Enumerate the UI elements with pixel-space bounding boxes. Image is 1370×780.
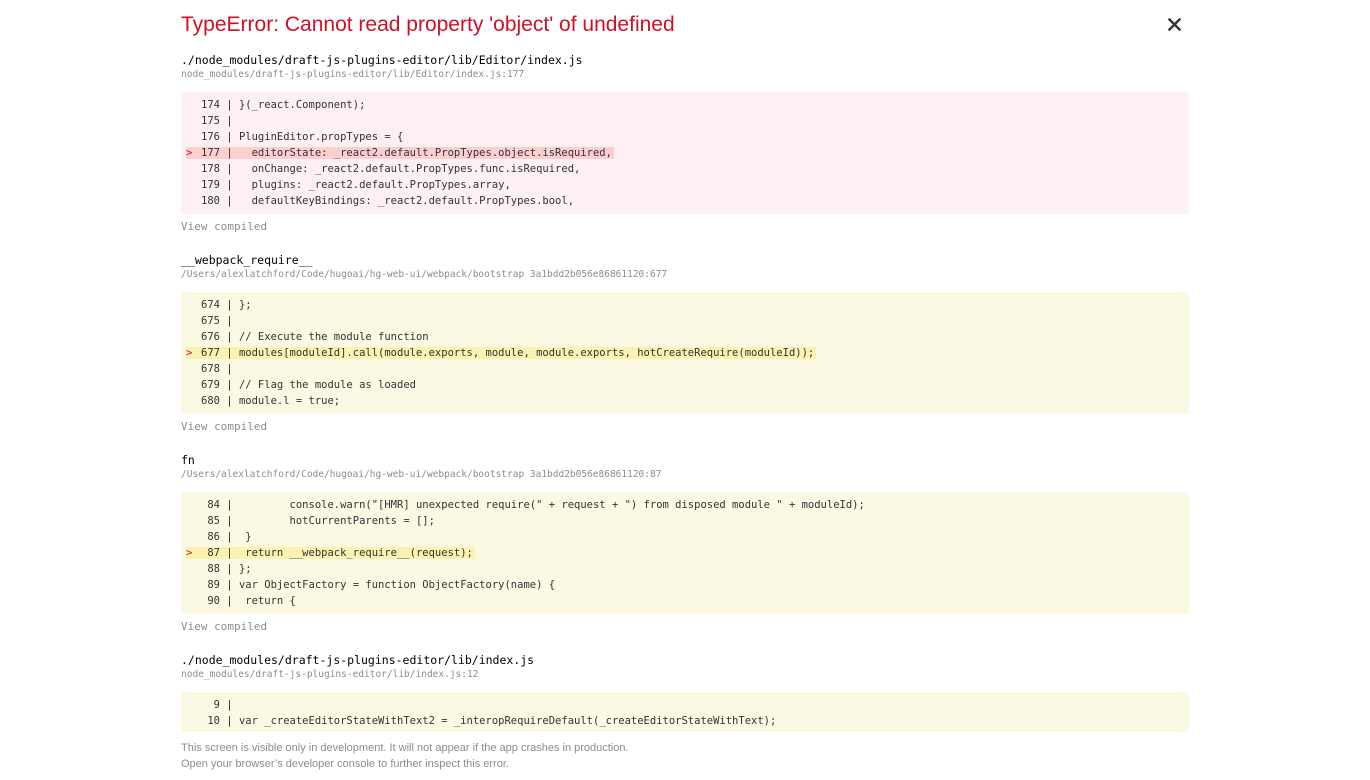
- code-line-highlighted: >87 | return __webpack_require__(request…: [186, 547, 475, 559]
- code-snippet-3: 84 | console.warn("[HMR] unexpected requ…: [181, 492, 1189, 614]
- close-x-glyph: [1167, 17, 1181, 31]
- code-line: 676 | // Execute the module function: [201, 331, 429, 343]
- code-line: 674 | };: [201, 299, 252, 311]
- error-title: TypeError: Cannot read property 'object'…: [181, 13, 675, 36]
- code-line: 176 | PluginEditor.propTypes = {: [201, 131, 404, 143]
- code-line: 10 | var _createEditorStateWithText2 = _…: [207, 715, 777, 727]
- frame-location[interactable]: node_modules/draft-js-plugins-editor/lib…: [181, 68, 1189, 82]
- frame-function-name: ./node_modules/draft-js-plugins-editor/l…: [181, 53, 583, 67]
- code-line-highlighted: >177 | editorState: _react2.default.Prop…: [186, 147, 614, 159]
- view-compiled-link[interactable]: View compiled: [181, 220, 267, 234]
- code-line: 88 | };: [207, 563, 252, 575]
- stack-frame-3: fn /Users/alexlatchford/Code/hugoai/hg-w…: [181, 453, 1189, 482]
- code-line: 89 | var ObjectFactory = function Object…: [207, 579, 556, 591]
- frame-function-name: ./node_modules/draft-js-plugins-editor/l…: [181, 653, 535, 667]
- code-line: 179 | plugins: _react2.default.PropTypes…: [201, 179, 511, 191]
- code-line: 175 |: [201, 115, 239, 127]
- view-compiled-link[interactable]: View compiled: [181, 620, 267, 634]
- stack-frame-4: ./node_modules/draft-js-plugins-editor/l…: [181, 653, 1189, 682]
- code-line: 84 | console.warn("[HMR] unexpected requ…: [207, 499, 865, 511]
- close-icon[interactable]: [1166, 13, 1182, 35]
- view-compiled-link[interactable]: View compiled: [181, 420, 267, 434]
- code-line-highlighted: >677 | modules[moduleId].call(module.exp…: [186, 347, 817, 359]
- code-snippet-1: 174 | }(_react.Component); 175 | 176 | P…: [181, 92, 1189, 214]
- code-snippet-4: 9 | 10 | var _createEditorStateWithText2…: [181, 692, 1189, 732]
- code-line: 9 |: [213, 699, 239, 711]
- error-header: TypeError: Cannot read property 'object'…: [181, 12, 1189, 42]
- code-line: 174 | }(_react.Component);: [201, 99, 366, 111]
- dev-footer-note: This screen is visible only in developme…: [181, 740, 1189, 772]
- code-snippet-2: 674 | }; 675 | 676 | // Execute the modu…: [181, 292, 1189, 414]
- stack-frame-2: __webpack_require__ /Users/alexlatchford…: [181, 253, 1189, 282]
- code-line: 86 | }: [207, 531, 252, 543]
- code-line: 178 | onChange: _react2.default.PropType…: [201, 163, 581, 175]
- code-line: 680 | module.l = true;: [201, 395, 341, 407]
- code-line: 90 | return {: [207, 595, 296, 607]
- frame-location[interactable]: /Users/alexlatchford/Code/hugoai/hg-web-…: [181, 468, 1189, 482]
- stack-frame-1: ./node_modules/draft-js-plugins-editor/l…: [181, 53, 1189, 82]
- footer-line-2: Open your browser’s developer console to…: [181, 758, 509, 770]
- frame-function-name: __webpack_require__: [181, 253, 313, 267]
- code-line: 679 | // Flag the module as loaded: [201, 379, 416, 391]
- frame-function-name: fn: [181, 453, 195, 467]
- code-line: 85 | hotCurrentParents = [];: [207, 515, 435, 527]
- error-overlay: TypeError: Cannot read property 'object'…: [181, 0, 1189, 780]
- code-line: 678 |: [201, 363, 239, 375]
- frame-location[interactable]: /Users/alexlatchford/Code/hugoai/hg-web-…: [181, 268, 1189, 282]
- footer-line-1: This screen is visible only in developme…: [181, 742, 629, 754]
- code-line: 675 |: [201, 315, 239, 327]
- frame-location[interactable]: node_modules/draft-js-plugins-editor/lib…: [181, 668, 1189, 682]
- code-line: 180 | defaultKeyBindings: _react2.defaul…: [201, 195, 575, 207]
